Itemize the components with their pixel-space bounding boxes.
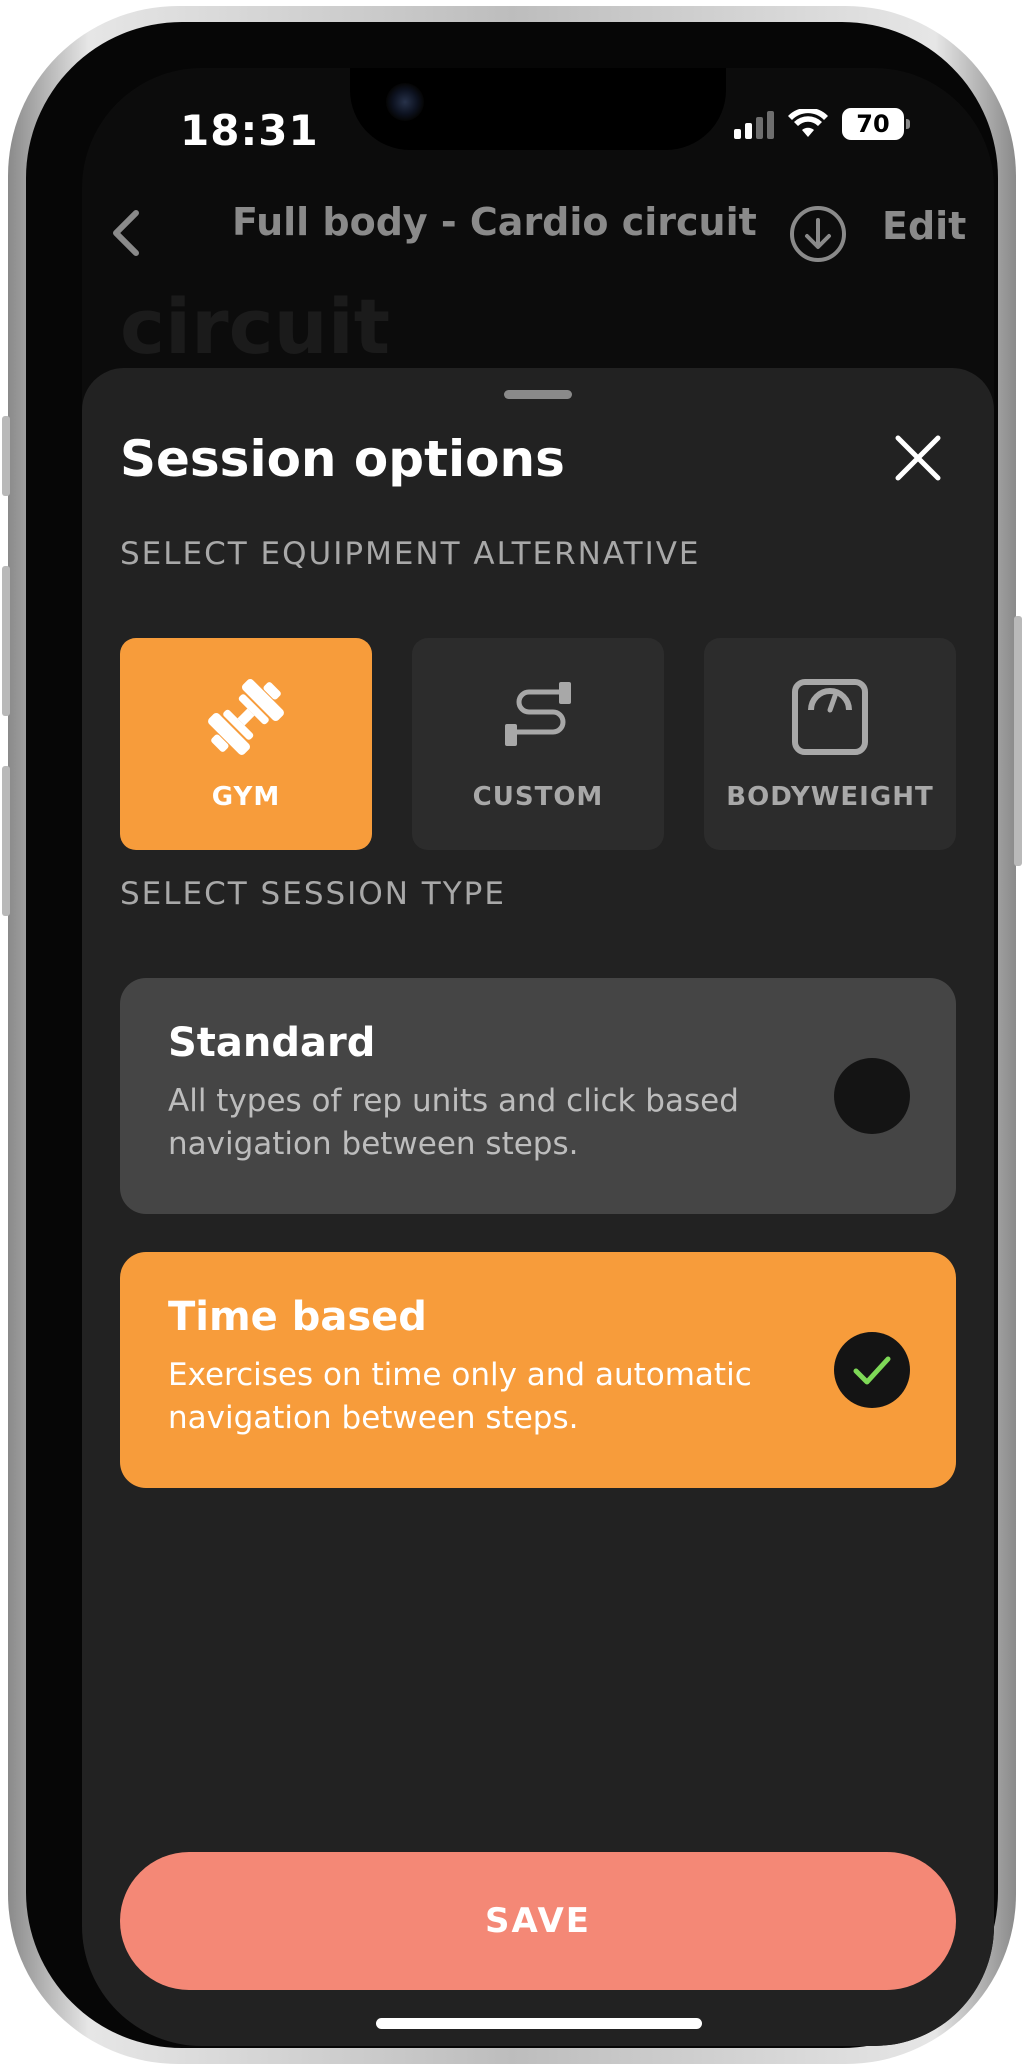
session-type-time-based[interactable]: Time based Exercises on time only and au… <box>120 1252 956 1488</box>
status-time: 18:31 <box>180 106 319 155</box>
cellular-signal-icon <box>734 109 774 139</box>
resistance-band-icon <box>505 682 571 746</box>
session-section-label: SELECT SESSION TYPE <box>120 876 506 912</box>
equipment-option-bodyweight[interactable]: BODYWEIGHT <box>704 638 956 850</box>
session-type-title: Standard <box>168 1020 376 1066</box>
screen: 18:31 70 Full body - Cardio circuit Edit… <box>82 68 994 2046</box>
equipment-section-label: SELECT EQUIPMENT ALTERNATIVE <box>120 536 701 572</box>
volume-down-button <box>2 766 10 916</box>
sheet-title: Session options <box>120 430 565 488</box>
power-button <box>1014 616 1022 866</box>
background-heading: circuit <box>120 282 391 371</box>
session-type-description: Exercises on time only and automatic nav… <box>168 1357 752 1436</box>
battery-icon: 70 <box>842 108 910 140</box>
session-type-standard[interactable]: Standard All types of rep units and clic… <box>120 978 956 1214</box>
dumbbell-icon <box>208 679 284 755</box>
camera-icon <box>386 83 424 121</box>
scale-icon <box>792 679 868 755</box>
phone-frame: 18:31 70 Full body - Cardio circuit Edit… <box>2 6 1022 2064</box>
sheet-grabber[interactable] <box>504 390 572 399</box>
close-icon[interactable] <box>890 430 946 486</box>
home-indicator <box>376 2018 702 2029</box>
wifi-icon <box>788 109 828 137</box>
session-options-sheet: Session options SELECT EQUIPMENT ALTERNA… <box>82 368 994 2046</box>
download-icon[interactable] <box>788 204 848 264</box>
equipment-label: BODYWEIGHT <box>726 782 934 812</box>
volume-up-button <box>2 566 10 716</box>
edit-button[interactable]: Edit <box>882 204 966 248</box>
equipment-label: GYM <box>211 782 281 812</box>
equipment-option-gym[interactable]: GYM <box>120 638 372 850</box>
equipment-options: GYM CUSTOM BODYWEIGHT <box>120 638 956 850</box>
session-type-title: Time based <box>168 1294 427 1340</box>
radio-unselected[interactable] <box>834 1058 910 1134</box>
save-button[interactable]: SAVE <box>120 1852 956 1990</box>
session-type-description: All types of rep units and click based n… <box>168 1083 739 1162</box>
action-button <box>2 416 10 496</box>
page-title: Full body - Cardio circuit <box>232 200 757 244</box>
status-icons: 70 <box>734 108 910 140</box>
phone-bezel: 18:31 70 Full body - Cardio circuit Edit… <box>26 22 998 2048</box>
radio-selected[interactable] <box>834 1332 910 1408</box>
equipment-option-custom[interactable]: CUSTOM <box>412 638 664 850</box>
checkmark-icon <box>853 1356 891 1385</box>
equipment-label: CUSTOM <box>472 782 604 812</box>
back-chevron-icon[interactable] <box>98 203 158 263</box>
